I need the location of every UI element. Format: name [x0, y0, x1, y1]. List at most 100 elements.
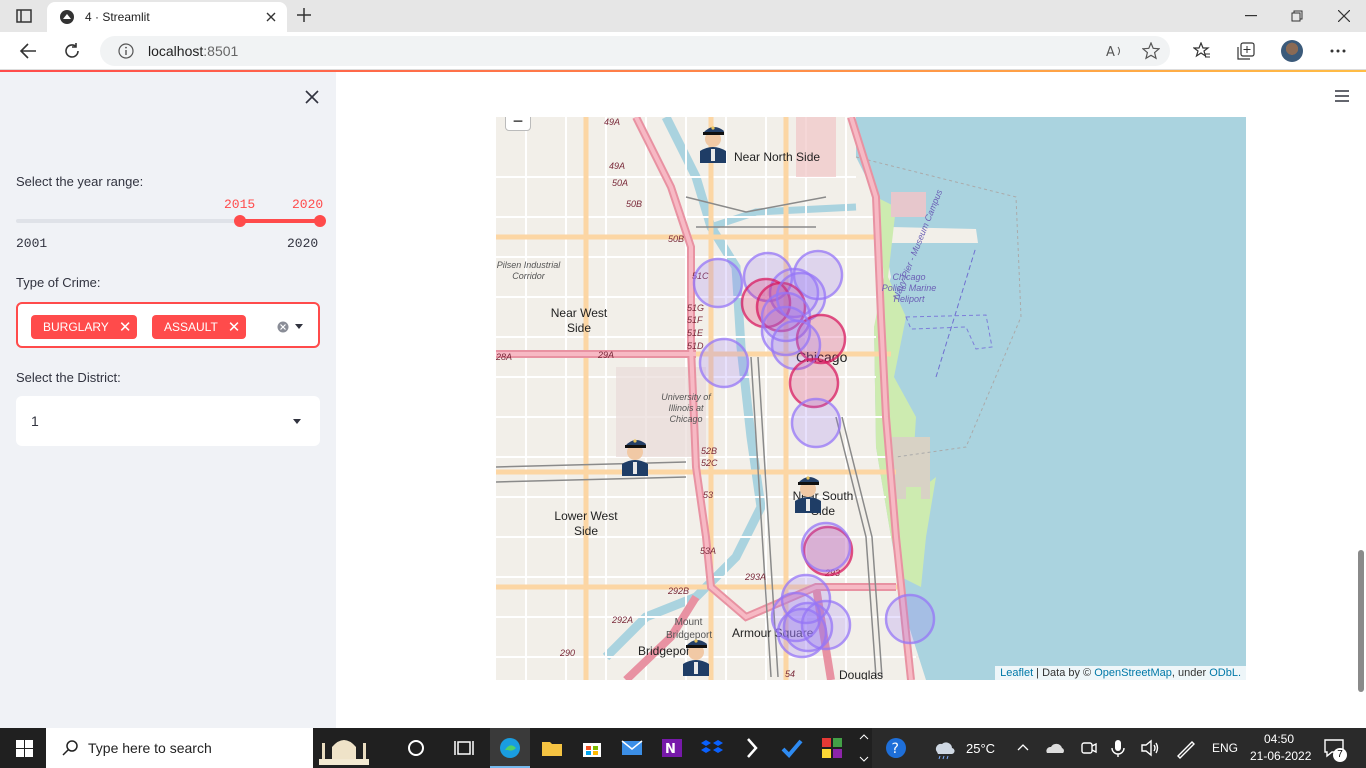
taskbar-search[interactable]: Type here to search — [46, 728, 369, 768]
add-favorite-icon[interactable] — [1142, 42, 1160, 60]
district-value: 1 — [31, 413, 39, 429]
mail-icon[interactable] — [620, 736, 644, 760]
burglary-marker[interactable] — [790, 397, 842, 449]
attribution-text: | Data by © — [1033, 667, 1095, 679]
pen-icon[interactable] — [1174, 736, 1198, 760]
weather-icon[interactable] — [932, 736, 956, 760]
osm-link[interactable]: OpenStreetMap — [1094, 667, 1172, 679]
read-aloud-icon[interactable]: A — [1106, 43, 1124, 59]
url-host: localhost — [148, 43, 204, 59]
year-slider-end-handle[interactable] — [314, 215, 326, 227]
new-tab-icon[interactable] — [297, 8, 311, 22]
restore-icon[interactable] — [1291, 10, 1303, 22]
language-indicator[interactable]: ENG — [1212, 741, 1238, 755]
microphone-icon[interactable] — [1106, 736, 1130, 760]
more-options-icon[interactable] — [1330, 49, 1346, 53]
remove-chip-icon[interactable]: ✕ — [119, 318, 132, 336]
favorites-icon[interactable] — [1193, 42, 1211, 60]
year-start-value: 2015 — [224, 197, 256, 212]
help-icon[interactable]: ? — [884, 736, 908, 760]
year-end-value: 2020 — [292, 197, 324, 212]
clock-time[interactable]: 04:50 — [1264, 732, 1294, 746]
crime-type-multiselect[interactable]: BURGLARY ✕ ASSAULT ✕ — [16, 302, 320, 348]
close-tab-icon[interactable] — [261, 7, 281, 27]
burglary-marker[interactable] — [760, 305, 812, 357]
store-icon[interactable] — [580, 736, 604, 760]
chip-label: BURGLARY — [43, 320, 109, 334]
volume-icon[interactable] — [1138, 736, 1162, 760]
year-range-label: Select the year range: — [16, 174, 144, 189]
burglary-marker[interactable] — [776, 607, 828, 659]
chip-label: ASSAULT — [164, 320, 218, 334]
svg-text:?: ? — [892, 741, 899, 757]
collections-icon[interactable] — [1237, 42, 1255, 60]
address-bar: localhost:8501 A — [0, 32, 1366, 70]
back-icon[interactable] — [19, 43, 37, 59]
camera-icon[interactable] — [1076, 736, 1100, 760]
main-menu-icon[interactable] — [1335, 90, 1349, 102]
temperature[interactable]: 25°C — [966, 741, 995, 756]
svg-text:N: N — [665, 742, 676, 757]
show-hidden-icons[interactable] — [1017, 744, 1029, 751]
svg-text:A: A — [1106, 45, 1115, 59]
edge-icon — [500, 738, 520, 758]
scroll-down-icon[interactable] — [859, 756, 869, 762]
zoom-out-label: − — [512, 117, 524, 131]
burglary-marker[interactable] — [698, 337, 750, 389]
zoom-out-button[interactable]: − — [505, 117, 531, 131]
app-grid-icon[interactable] — [820, 736, 844, 760]
burglary-marker[interactable] — [800, 521, 852, 573]
notification-count: 7 — [1333, 748, 1347, 762]
police-station-icon[interactable] — [696, 117, 730, 163]
chevron-down-icon[interactable] — [293, 419, 301, 424]
year-slider-range — [240, 219, 320, 223]
odbl-link[interactable]: ODbL. — [1209, 667, 1241, 679]
year-slider-max: 2020 — [287, 236, 319, 251]
crime-map[interactable]: Near North Side Near West Side Chicago L… — [496, 117, 1246, 680]
police-station-icon[interactable] — [791, 467, 825, 513]
scroll-up-icon[interactable] — [859, 734, 869, 740]
browser-tab[interactable]: 4 · Streamlit — [47, 2, 287, 32]
refresh-icon[interactable] — [63, 42, 81, 60]
police-station-icon[interactable] — [679, 630, 713, 676]
attribution-under: , under — [1171, 667, 1210, 679]
window-close-icon[interactable] — [1338, 10, 1350, 22]
url-field[interactable]: localhost:8501 A — [100, 36, 1170, 66]
todo-icon[interactable] — [780, 736, 804, 760]
onedrive-icon[interactable] — [1043, 736, 1067, 760]
url-port: :8501 — [203, 43, 239, 59]
search-icon — [62, 740, 78, 756]
search-placeholder: Type here to search — [88, 740, 212, 756]
clear-all-icon[interactable] — [277, 321, 289, 333]
close-sidebar-icon[interactable] — [305, 90, 319, 104]
tab-title: 4 · Streamlit — [85, 10, 150, 24]
powershell-icon[interactable] — [740, 736, 764, 760]
police-station-icon[interactable] — [618, 430, 652, 476]
minimize-icon[interactable] — [1245, 15, 1257, 17]
crime-chip-assault: ASSAULT ✕ — [152, 315, 247, 339]
remove-chip-icon[interactable]: ✕ — [228, 318, 241, 336]
onenote-icon[interactable]: N — [660, 736, 684, 760]
crime-markers — [692, 249, 936, 659]
year-slider-start-handle[interactable] — [234, 215, 246, 227]
page-scrollbar[interactable] — [1358, 550, 1364, 692]
map-attribution: Leaflet | Data by © OpenStreetMap, under… — [995, 666, 1246, 680]
district-select[interactable]: 1 — [16, 396, 320, 446]
dropbox-icon[interactable] — [700, 736, 724, 760]
profile-avatar[interactable] — [1281, 40, 1303, 62]
site-info-icon[interactable] — [118, 43, 134, 59]
task-view-icon[interactable] — [452, 736, 476, 760]
streamlit-favicon-icon — [60, 10, 74, 24]
file-explorer-icon[interactable] — [540, 736, 564, 760]
burglary-marker[interactable] — [884, 593, 936, 645]
burglary-marker[interactable] — [692, 257, 744, 309]
district-label: Select the District: — [16, 370, 121, 385]
taj-mahal-highlight-icon — [319, 740, 369, 765]
cortana-icon[interactable] — [404, 736, 428, 760]
leaflet-link[interactable]: Leaflet — [1000, 667, 1033, 679]
year-slider-min: 2001 — [16, 236, 48, 251]
clock-date[interactable]: 21-06-2022 — [1250, 749, 1311, 763]
windows-start-icon[interactable] — [16, 740, 33, 757]
chevron-down-icon[interactable] — [295, 324, 303, 329]
tab-actions-icon[interactable] — [16, 9, 32, 23]
